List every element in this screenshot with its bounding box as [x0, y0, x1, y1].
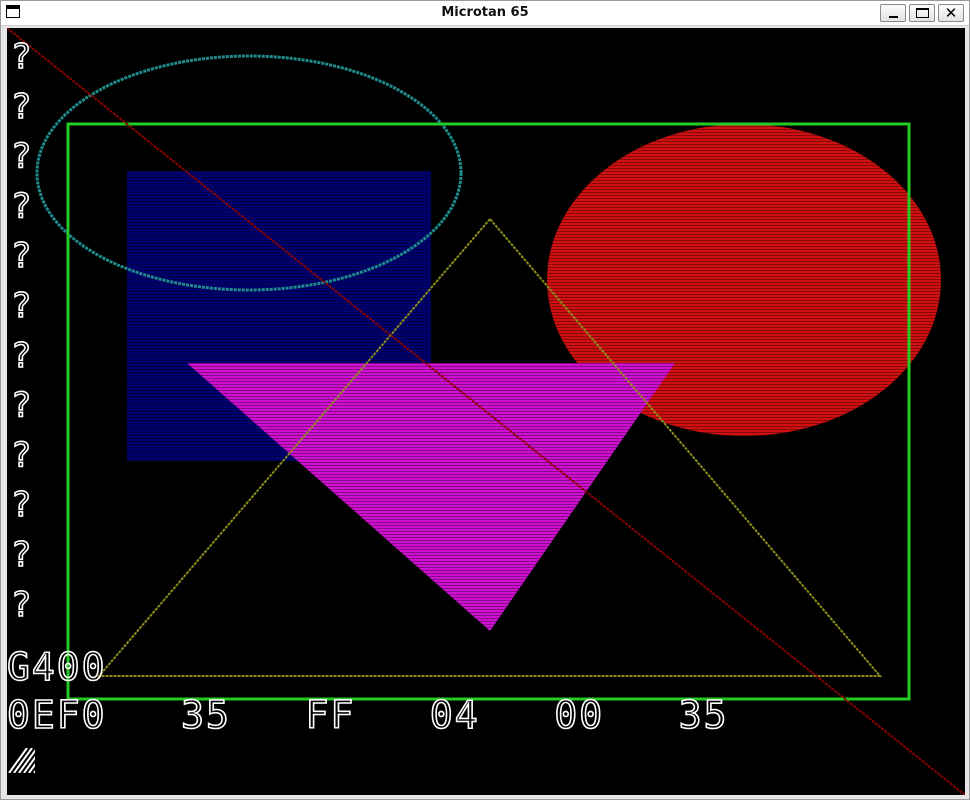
prompt-question-mark: ?: [11, 186, 31, 226]
prompt-question-mark: ?: [11, 37, 31, 77]
window-title: Microtan 65: [441, 5, 529, 20]
cursor-hatch-line: [28, 762, 35, 773]
prompt-question-mark: ?: [11, 535, 31, 575]
prompt-question-mark: ?: [11, 236, 31, 276]
graphics-canvas: ???????????? G4000EF0 35 FF 04 00 35: [7, 28, 965, 795]
emulator-screen[interactable]: ???????????? G400 0EF0 35 FF 04 00 35: [7, 28, 965, 795]
close-button[interactable]: ✕: [938, 4, 964, 22]
minimize-button[interactable]: [880, 4, 906, 22]
prompt-question-mark: ?: [11, 585, 31, 625]
cursor-hatch-line: [23, 756, 35, 773]
prompt-question-mark: ?: [11, 435, 31, 475]
app-window: Microtan 65 ✕ ???????????? G400 0EF0 35 FF…: [0, 0, 970, 800]
cursor-hatch-line: [18, 749, 35, 773]
close-icon: ✕: [944, 4, 958, 22]
title-bar[interactable]: Microtan 65 ✕: [1, 1, 969, 26]
command-line-text: G400: [7, 645, 107, 689]
magenta-triangle-scanlines: [187, 363, 675, 631]
prompt-question-mark: ?: [11, 286, 31, 326]
prompt-question-mark: ?: [11, 485, 31, 525]
prompt-question-mark: ?: [11, 137, 31, 177]
block-cursor-icon: [8, 748, 35, 773]
maximize-icon: [916, 8, 929, 18]
cursor-hatch-line: [13, 748, 33, 773]
cursor-hatch-line: [33, 769, 35, 773]
prompt-question-mark: ?: [11, 336, 31, 376]
minimize-icon: [889, 16, 898, 18]
cursor-hatch-line: [8, 748, 28, 773]
prompt-question-mark: ?: [11, 386, 31, 426]
maximize-button[interactable]: [909, 4, 935, 22]
register-dump-text: 0EF0 35 FF 04 00 35: [7, 693, 728, 737]
prompt-question-mark: ?: [11, 87, 31, 127]
